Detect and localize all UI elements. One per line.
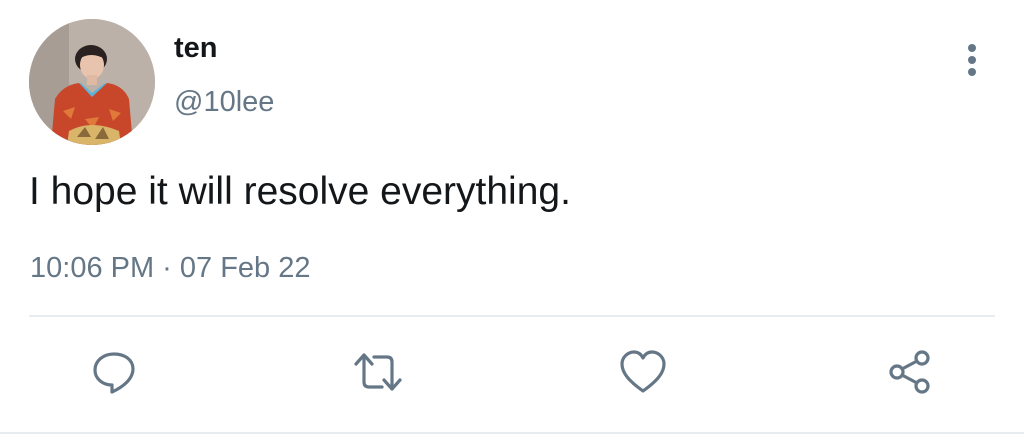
reply-icon <box>90 348 138 396</box>
reply-button[interactable] <box>88 346 140 398</box>
handle[interactable]: @10lee <box>174 84 274 120</box>
divider <box>29 315 995 317</box>
heart-icon <box>619 349 667 395</box>
share-button[interactable] <box>884 346 936 398</box>
more-vertical-icon <box>956 44 988 84</box>
timestamp[interactable]: 10:06 PM · 07 Feb 22 <box>30 250 311 286</box>
retweet-button[interactable] <box>352 346 404 398</box>
tweet-text: I hope it will resolve everything. <box>29 170 571 213</box>
bottom-border <box>0 432 1024 434</box>
display-name[interactable]: ten <box>174 30 218 66</box>
tweet-card: ten @10lee I hope it will resolve everyt… <box>0 0 1024 447</box>
retweet-icon <box>352 350 404 394</box>
like-button[interactable] <box>617 346 669 398</box>
more-options-button[interactable] <box>956 40 988 80</box>
share-icon <box>886 348 934 396</box>
avatar[interactable] <box>29 19 155 145</box>
